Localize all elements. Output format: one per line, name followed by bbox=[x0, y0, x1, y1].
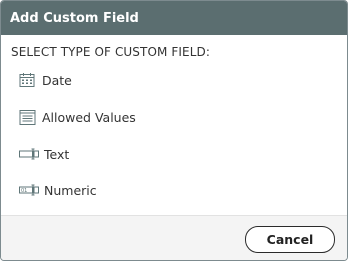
cancel-button[interactable]: Cancel bbox=[245, 226, 335, 253]
list-icon bbox=[19, 107, 41, 127]
option-date-label: Date bbox=[42, 72, 72, 88]
add-custom-field-dialog: Add Custom Field SELECT TYPE OF CUSTOM F… bbox=[0, 0, 348, 261]
option-numeric[interactable]: 01 Numeric bbox=[19, 177, 97, 203]
svg-text:01: 01 bbox=[21, 188, 27, 194]
option-text[interactable]: Text bbox=[19, 141, 69, 167]
option-numeric-label: Numeric bbox=[44, 182, 97, 198]
dialog-title: Add Custom Field bbox=[1, 1, 347, 35]
option-allowed-values[interactable]: Allowed Values bbox=[19, 104, 136, 130]
dialog-footer: Cancel bbox=[1, 215, 347, 260]
option-text-label: Text bbox=[44, 146, 70, 162]
numeric-field-icon: 01 bbox=[19, 180, 43, 200]
option-date[interactable]: Date bbox=[19, 67, 72, 93]
select-type-prompt: SELECT TYPE OF CUSTOM FIELD: bbox=[11, 45, 210, 59]
option-allowed-values-label: Allowed Values bbox=[42, 109, 136, 125]
calendar-icon bbox=[19, 70, 41, 90]
text-field-icon bbox=[19, 144, 43, 164]
